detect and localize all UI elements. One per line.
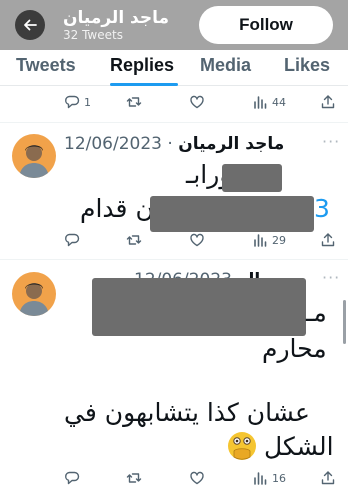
redaction-box [150,196,314,232]
separator-dot: · [167,134,173,154]
follow-button[interactable]: Follow [199,6,333,44]
tweet-actions: 29 [0,232,348,254]
mention-link[interactable]: 3 [314,194,330,223]
tweet-actions-top: 1 44 [0,94,348,116]
reply-icon [65,471,80,485]
views-icon [254,234,267,247]
retweet-button[interactable] [126,94,142,110]
tab-likes[interactable]: Likes [284,55,330,76]
reply-button[interactable]: 1 [64,94,91,110]
text-fragment: ن قدام [80,194,154,223]
share-icon [321,471,335,485]
like-button[interactable] [189,232,205,248]
like-button[interactable] [189,94,205,110]
retweet-icon [126,473,142,483]
reply-button[interactable] [64,470,80,486]
tweet-text-line: عشان كذا يتشابهون في [64,398,310,427]
reply-icon [65,95,80,109]
tab-tweets[interactable]: Tweets [16,55,76,76]
share-icon [321,233,335,247]
text-fragment: بـ [186,160,201,189]
face-with-hand-over-mouth-emoji [228,432,256,460]
reply-button[interactable] [64,232,80,248]
views-count: 16 [272,471,286,485]
profile-tabs: Tweets Replies Media Likes [0,50,348,86]
avatar[interactable] [12,272,56,316]
tweet-text-line: ن قدام [80,194,154,223]
reply-icon [65,233,80,247]
retweet-icon [126,97,142,107]
divider [0,122,348,123]
redaction-box [222,164,282,192]
views-button[interactable]: 44 [252,94,286,110]
tweet-date[interactable]: 12/06/2023 [64,134,162,154]
back-arrow-icon [24,19,37,31]
retweet-button[interactable] [126,470,142,486]
tweet-text-line: مـ [306,298,327,327]
views-icon [254,472,267,485]
share-button[interactable] [320,232,336,248]
back-button[interactable] [15,10,45,40]
share-button[interactable] [320,94,336,110]
views-count: 44 [272,95,286,109]
tweet-count: 32 Tweets [63,28,123,42]
profile-header: ماجد الرميان 32 Tweets Follow [0,0,348,50]
views-button[interactable]: 29 [252,232,286,248]
divider [0,259,348,260]
reply-count: 1 [84,95,91,109]
author-name[interactable]: ماجد الرميان [178,134,284,154]
like-icon [190,233,204,247]
more-icon[interactable]: ··· [322,132,340,151]
tab-replies[interactable]: Replies [110,55,174,76]
retweet-icon [126,235,142,245]
tweet-text-line: محارم [262,334,327,363]
share-icon [321,95,335,109]
views-icon [254,96,267,109]
tweet-text-line: الشكل [264,432,334,461]
share-button[interactable] [320,470,336,486]
tweet-actions: 16 [0,470,348,492]
tab-media[interactable]: Media [200,55,251,76]
active-tab-indicator [110,83,178,86]
retweet-button[interactable] [126,232,142,248]
scrollbar[interactable] [343,300,346,344]
redaction-box [92,278,306,336]
views-count: 29 [272,233,286,247]
like-button[interactable] [189,470,205,486]
views-button[interactable]: 16 [252,470,286,486]
like-icon [190,95,204,109]
more-icon[interactable]: ··· [322,268,340,287]
like-icon [190,471,204,485]
avatar[interactable] [12,134,56,178]
tweet-meta: ماجد الرميان · 12/06/2023 [64,134,284,154]
profile-name: ماجد الرميان [63,8,170,28]
